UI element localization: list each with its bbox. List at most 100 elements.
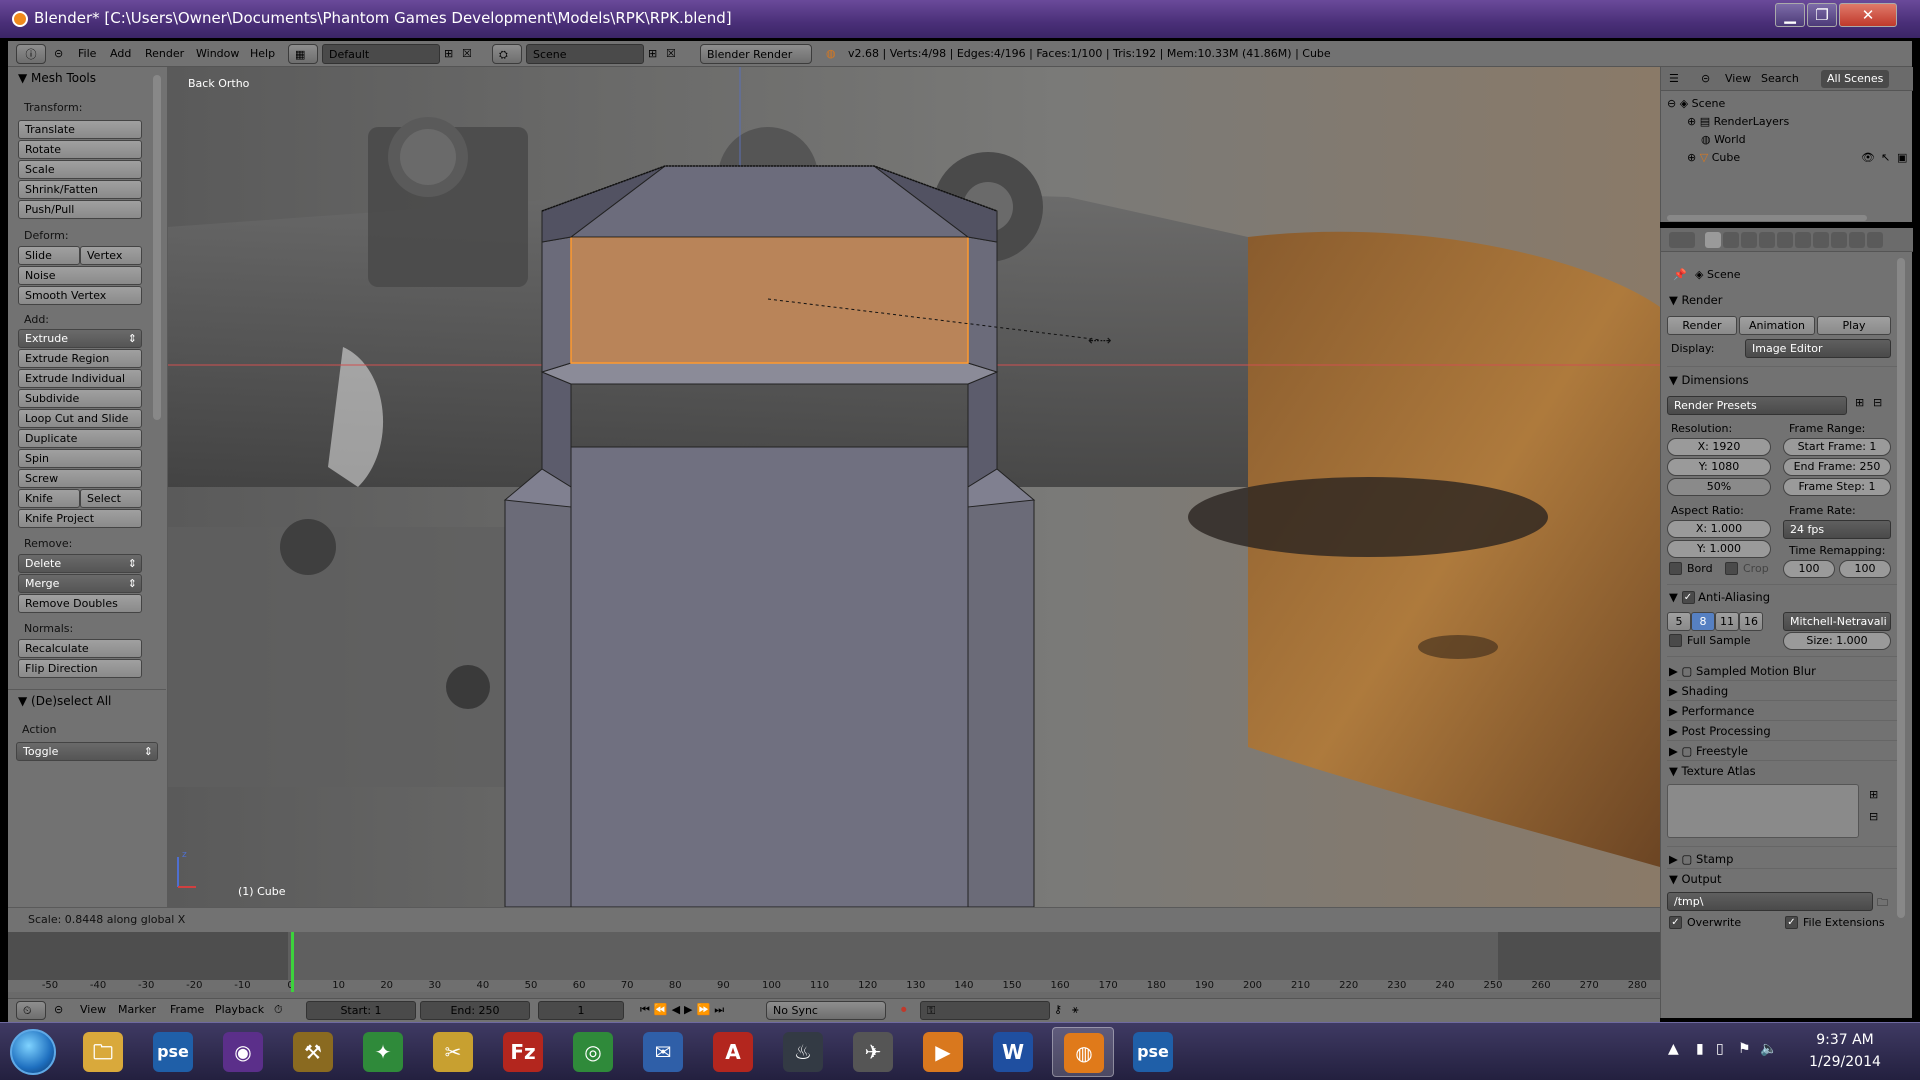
remap-old-field[interactable]: 100	[1783, 560, 1835, 578]
toolshelf-scrollbar[interactable]	[153, 75, 161, 420]
collapse-menu-icon[interactable]: ⊝	[1701, 72, 1710, 85]
freestyle-panel-header[interactable]: ▶ ▢ Freestyle	[1669, 744, 1748, 758]
border-checkbox[interactable]	[1669, 562, 1682, 575]
taskbar-app-button[interactable]: ◍	[1052, 1027, 1114, 1077]
resolution-x-field[interactable]: X: 1920	[1667, 438, 1771, 456]
frame-rate-dropdown[interactable]: 24 fps	[1783, 520, 1891, 539]
maximize-button[interactable]: ❐	[1807, 3, 1837, 27]
browse-folder-icon[interactable]: 🗀	[1877, 894, 1888, 913]
screw-button[interactable]: Screw	[18, 469, 142, 488]
timeline-ruler[interactable]	[8, 980, 1660, 992]
menu-add[interactable]: Add	[110, 44, 131, 64]
mesh-face-bevel-left[interactable]	[541, 371, 572, 488]
taskbar-app-button[interactable]: ✂	[422, 1027, 484, 1077]
end-frame-field[interactable]: End: 250	[420, 1001, 530, 1020]
menu-help[interactable]: Help	[250, 44, 275, 64]
add-layout-icon[interactable]: ⊞	[444, 44, 453, 64]
recalculate-button[interactable]: Recalculate	[18, 639, 142, 658]
viewport-canvas[interactable]: ⇠⇢	[168, 67, 1660, 907]
pin-icon[interactable]: 📌	[1673, 268, 1687, 281]
properties-editor-icon[interactable]	[1669, 232, 1695, 248]
aa-samples-16[interactable]: 16	[1739, 612, 1763, 631]
display-dropdown[interactable]: Image Editor	[1745, 339, 1891, 358]
record-icon[interactable]: ⏺	[901, 1001, 907, 1020]
performance-panel-header[interactable]: ▶ Performance	[1669, 704, 1754, 718]
tray-expand-icon[interactable]: ▲	[1668, 1041, 1679, 1057]
texture-atlas-panel-header[interactable]: ▼ Texture Atlas	[1669, 764, 1756, 778]
action-center-flag-icon[interactable]: ⚑	[1738, 1041, 1751, 1057]
slide-edge-button[interactable]: Slide Edge	[18, 246, 80, 279]
selectable-arrow-icon[interactable]: ↖	[1881, 149, 1890, 167]
properties-scrollbar[interactable]	[1897, 258, 1905, 918]
atlas-remove-icon[interactable]: ⊟	[1869, 810, 1878, 823]
end-frame-field[interactable]: End Frame: 250	[1783, 458, 1891, 476]
scene-field[interactable]: Scene	[526, 44, 644, 64]
timeline-menu-playback[interactable]: Playback	[215, 1001, 264, 1020]
action-dropdown[interactable]: Toggle ⇕	[16, 742, 158, 761]
start-button[interactable]	[10, 1029, 56, 1075]
timeline-menu-marker[interactable]: Marker	[118, 1001, 156, 1020]
merge-dropdown[interactable]: Merge ⇕	[18, 574, 142, 593]
world-tab-icon[interactable]	[1759, 232, 1775, 248]
taskbar-app-button[interactable]: pse	[1122, 1027, 1184, 1077]
start-frame-field[interactable]: Start: 1	[306, 1001, 416, 1020]
operator-panel-header[interactable]: ▼ (De)select All	[18, 694, 111, 708]
aa-samples-5[interactable]: 5	[1667, 612, 1691, 631]
mesh-face-upper-right[interactable]	[967, 236, 998, 373]
playback-controls-icon[interactable]: ⏮⏪◀▶⏩⏭	[640, 1001, 728, 1020]
knife-select-button[interactable]: Select	[80, 489, 142, 508]
outliner-menu-view[interactable]: View	[1725, 72, 1751, 85]
menu-file[interactable]: File	[78, 44, 96, 64]
overwrite-checkbox[interactable]: ✓	[1669, 916, 1682, 929]
keying-set-field[interactable]: ⚿	[920, 1001, 1050, 1020]
delete-dropdown[interactable]: Delete ⇕	[18, 554, 142, 573]
outliner-item-renderlayers[interactable]: ⊕ ▤ RenderLayers	[1687, 113, 1789, 131]
current-frame-cursor[interactable]	[291, 932, 294, 992]
render-button[interactable]: Render	[1667, 316, 1737, 335]
mesh-face-right-lower[interactable]	[967, 486, 1035, 907]
scene-icon[interactable]: ⛭	[492, 44, 522, 64]
dimensions-panel-header[interactable]: ▼ Dimensions	[1669, 373, 1749, 387]
current-frame-field[interactable]: 1	[538, 1001, 624, 1020]
scale-button[interactable]: Scale	[18, 160, 142, 179]
collapse-menu-icon[interactable]: ⊝	[54, 1001, 63, 1020]
battery-icon[interactable]: ▯	[1716, 1041, 1724, 1057]
mesh-tools-header[interactable]: ▼ Mesh Tools	[18, 71, 96, 85]
play-button[interactable]: Play	[1817, 316, 1891, 335]
timeline-menu-frame[interactable]: Frame	[170, 1001, 204, 1020]
scene-tab-icon[interactable]	[1741, 232, 1757, 248]
translate-button[interactable]: Translate	[18, 120, 142, 139]
add-preset-icon[interactable]: ⊞	[1855, 396, 1864, 409]
aa-size-field[interactable]: Size: 1.000	[1783, 632, 1891, 650]
3d-viewport[interactable]: ⇠⇢ Back Ortho z (1) Cube	[168, 67, 1660, 907]
taskbar-app-button[interactable]: ◉	[212, 1027, 274, 1077]
aspect-x-field[interactable]: X: 1.000	[1667, 520, 1771, 538]
taskbar-app-button[interactable]: ✈	[842, 1027, 904, 1077]
loop-cut-slide-button[interactable]: Loop Cut and Slide	[18, 409, 142, 428]
file-extensions-checkbox[interactable]: ✓	[1785, 916, 1798, 929]
remove-preset-icon[interactable]: ⊟	[1873, 396, 1882, 409]
resolution-percent-slider[interactable]: 50%	[1667, 478, 1771, 496]
motion-blur-panel-header[interactable]: ▶ ▢ Sampled Motion Blur	[1669, 664, 1816, 678]
mesh-face-front[interactable]	[570, 446, 969, 907]
extrude-region-button[interactable]: Extrude Region	[18, 349, 142, 368]
spin-button[interactable]: Spin	[18, 449, 142, 468]
menu-render[interactable]: Render	[145, 44, 184, 64]
taskbar-app-button[interactable]: ⚒	[282, 1027, 344, 1077]
outliner-menu-search[interactable]: Search	[1761, 72, 1799, 85]
mesh-face-bevel-right[interactable]	[967, 371, 998, 488]
extrude-individual-button[interactable]: Extrude Individual	[18, 369, 142, 388]
taskbar-app-button[interactable]: ◎	[562, 1027, 624, 1077]
aspect-y-field[interactable]: Y: 1.000	[1667, 540, 1771, 558]
visibility-eye-icon[interactable]: 👁	[1861, 149, 1875, 167]
editor-type-info-icon[interactable]: ⓘ	[16, 44, 46, 64]
network-icon[interactable]: ▮	[1696, 1041, 1704, 1057]
timeline-menu-view[interactable]: View	[80, 1001, 106, 1020]
outliner-filter-dropdown[interactable]: All Scenes	[1821, 70, 1890, 88]
flip-direction-button[interactable]: Flip Direction	[18, 659, 142, 678]
render-panel-header[interactable]: ▼ Render	[1669, 293, 1722, 307]
shading-panel-header[interactable]: ▶ Shading	[1669, 684, 1728, 698]
taskbar-app-button[interactable]: 🗀	[72, 1027, 134, 1077]
remove-doubles-button[interactable]: Remove Doubles	[18, 594, 142, 613]
anti-aliasing-panel-header[interactable]: ▼ ✓ Anti-Aliasing	[1669, 590, 1770, 604]
